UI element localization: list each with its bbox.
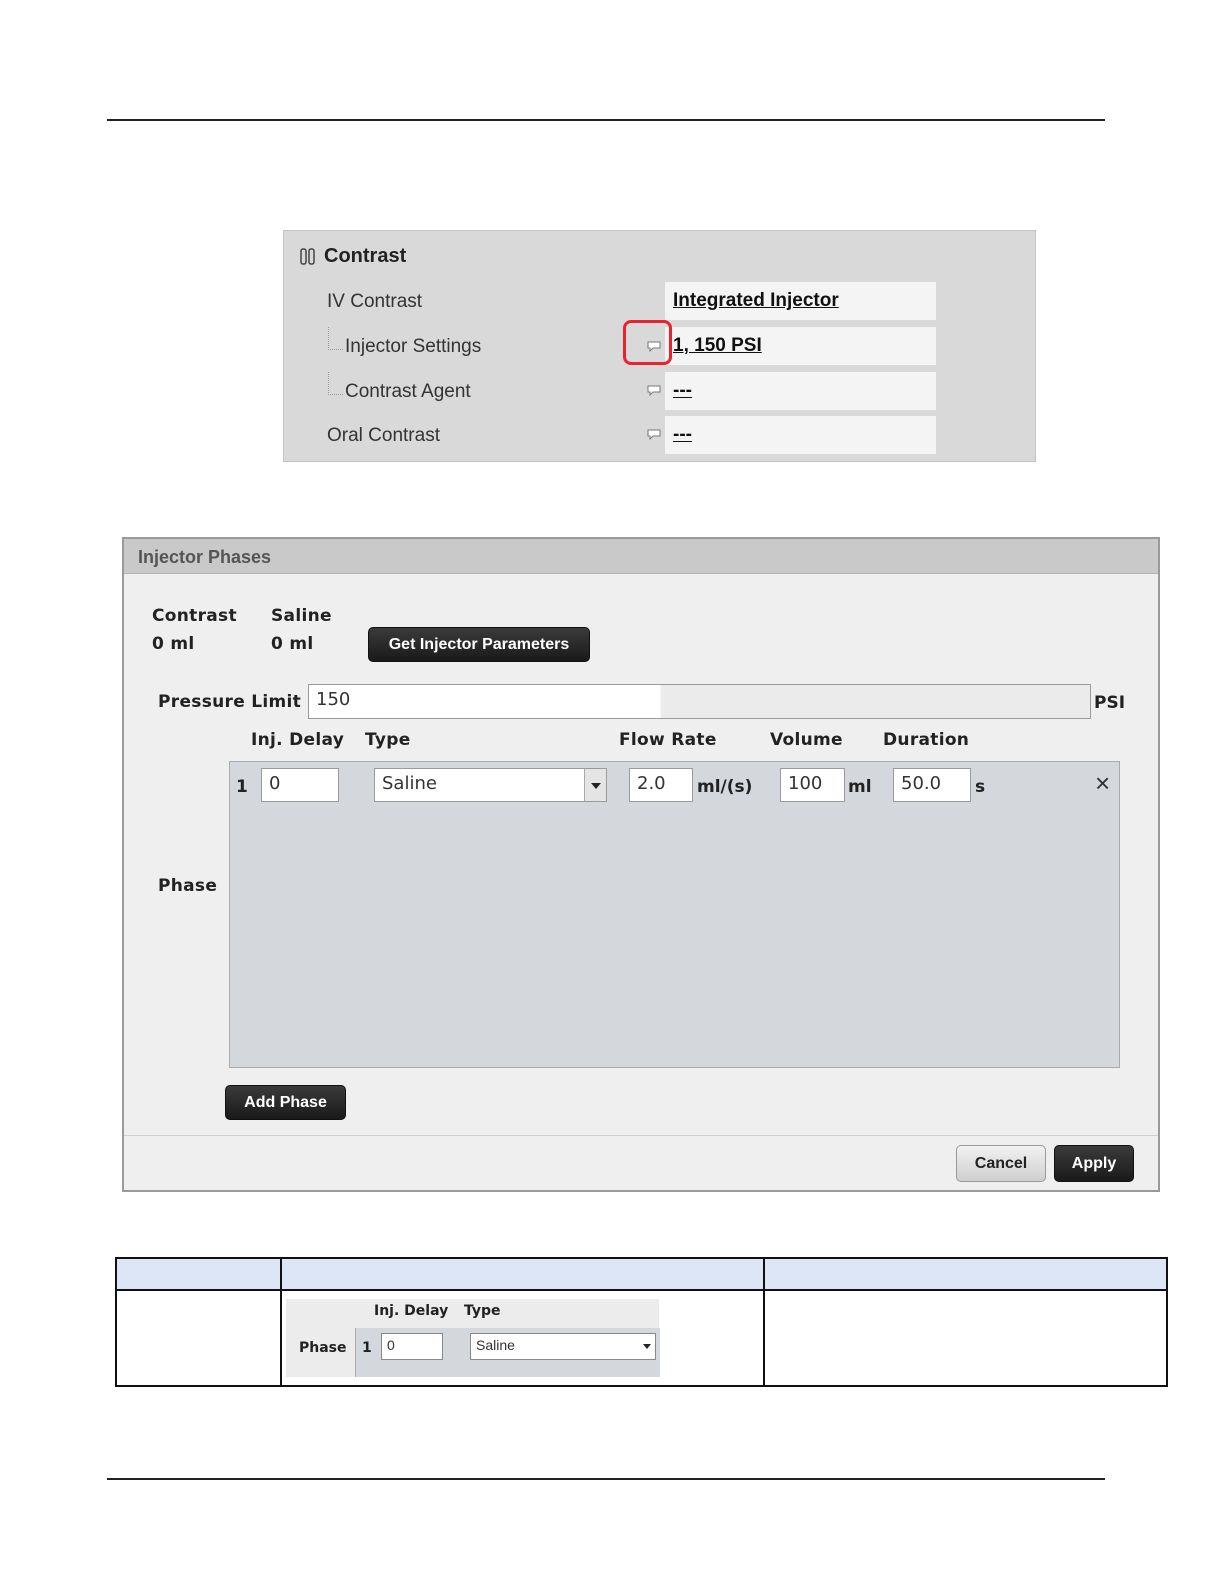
pressure-limit-input[interactable]: 150 [308,684,1091,719]
contrast-header[interactable]: Contrast [300,245,406,268]
pressure-limit-label: Pressure Limit [158,692,302,712]
highlight-box [623,320,672,365]
dialog-titlebar[interactable]: Injector Phases [124,539,1158,574]
contrast-total-value: 0 ml [152,634,195,654]
oral-contrast-value[interactable]: --- [665,416,936,454]
phase-label: Phase [158,876,218,896]
table-cell: Inj. Delay Type Phase 1 0 Saline [280,1289,765,1387]
table-header-cell [763,1257,1168,1291]
dropdown-arrow-icon [643,1344,651,1349]
phase-list: 1 0 Saline 2.0 ml/(s) 100 ml 50.0 s × [229,761,1120,1068]
bottom-rule [107,1478,1105,1480]
inj-delay-input[interactable]: 0 [261,768,339,802]
column-flow-rate: Flow Rate [619,730,717,750]
description-table: Inj. Delay Type Phase 1 0 Saline [115,1257,1168,1387]
example-inj-delay-input: 0 [381,1333,443,1360]
apply-button[interactable]: Apply [1054,1145,1134,1182]
injector-settings-value[interactable]: 1, 150 PSI [665,327,936,365]
example-phase-label: Phase [299,1340,347,1356]
injector-phases-dialog: Injector Phases Contrast 0 ml Saline 0 m… [122,537,1160,1192]
top-rule [107,119,1105,121]
table-row: Inj. Delay Type Phase 1 0 Saline [115,1289,1168,1387]
example-type-value: Saline [476,1337,515,1353]
duration-unit: s [975,777,986,797]
example-type-select: Saline [470,1333,656,1360]
comment-icon[interactable] [647,385,661,396]
table-header-cell [115,1257,282,1291]
flow-rate-input[interactable]: 2.0 [629,768,693,802]
volume-input[interactable]: 100 [780,768,845,802]
example-inj-delay-label: Inj. Delay [374,1303,449,1319]
add-phase-button[interactable]: Add Phase [225,1085,346,1120]
column-duration: Duration [883,730,970,750]
column-volume: Volume [770,730,843,750]
type-select[interactable]: Saline [374,768,607,802]
contrast-agent-value[interactable]: --- [665,372,936,410]
type-select-value: Saline [382,773,437,794]
injector-settings-label: Injector Settings [345,336,482,357]
table-cell [763,1289,1168,1387]
example-phase-index: 1 [362,1340,372,1356]
remove-phase-icon[interactable]: × [1095,768,1110,799]
contrast-title: Contrast [324,245,407,267]
contrast-panel: Contrast IV Contrast Integrated Injector… [283,230,1036,462]
dialog-title: Injector Phases [138,547,272,567]
duration-input[interactable]: 50.0 [893,768,971,802]
flow-rate-unit: ml/(s) [697,777,753,797]
table-cell [115,1289,282,1387]
iv-contrast-label: IV Contrast [327,291,423,312]
iv-contrast-value[interactable]: Integrated Injector [665,282,936,320]
cancel-button[interactable]: Cancel [956,1145,1046,1182]
example-type-label: Type [464,1303,501,1319]
column-type: Type [365,730,411,750]
dropdown-arrow-icon[interactable] [584,769,606,801]
phase-row-example-image: Inj. Delay Type Phase 1 0 Saline [286,1299,660,1377]
contrast-total-label: Contrast [152,606,237,626]
oral-contrast-label: Oral Contrast [327,425,440,446]
tree-connector [328,327,343,350]
phase-index: 1 [236,777,249,797]
pressure-unit: PSI [1094,693,1126,713]
tree-connector [328,372,343,395]
saline-total-value: 0 ml [271,634,314,654]
saline-total-label: Saline [271,606,332,626]
table-header-cell [280,1257,765,1291]
column-inj-delay: Inj. Delay [251,730,345,750]
get-injector-parameters-button[interactable]: Get Injector Parameters [368,627,590,662]
contrast-agent-label: Contrast Agent [345,381,471,402]
vials-icon [300,247,315,265]
comment-icon[interactable] [647,429,661,440]
volume-unit: ml [848,777,872,797]
dialog-footer-divider [124,1135,1158,1136]
table-header-row [115,1257,1168,1291]
